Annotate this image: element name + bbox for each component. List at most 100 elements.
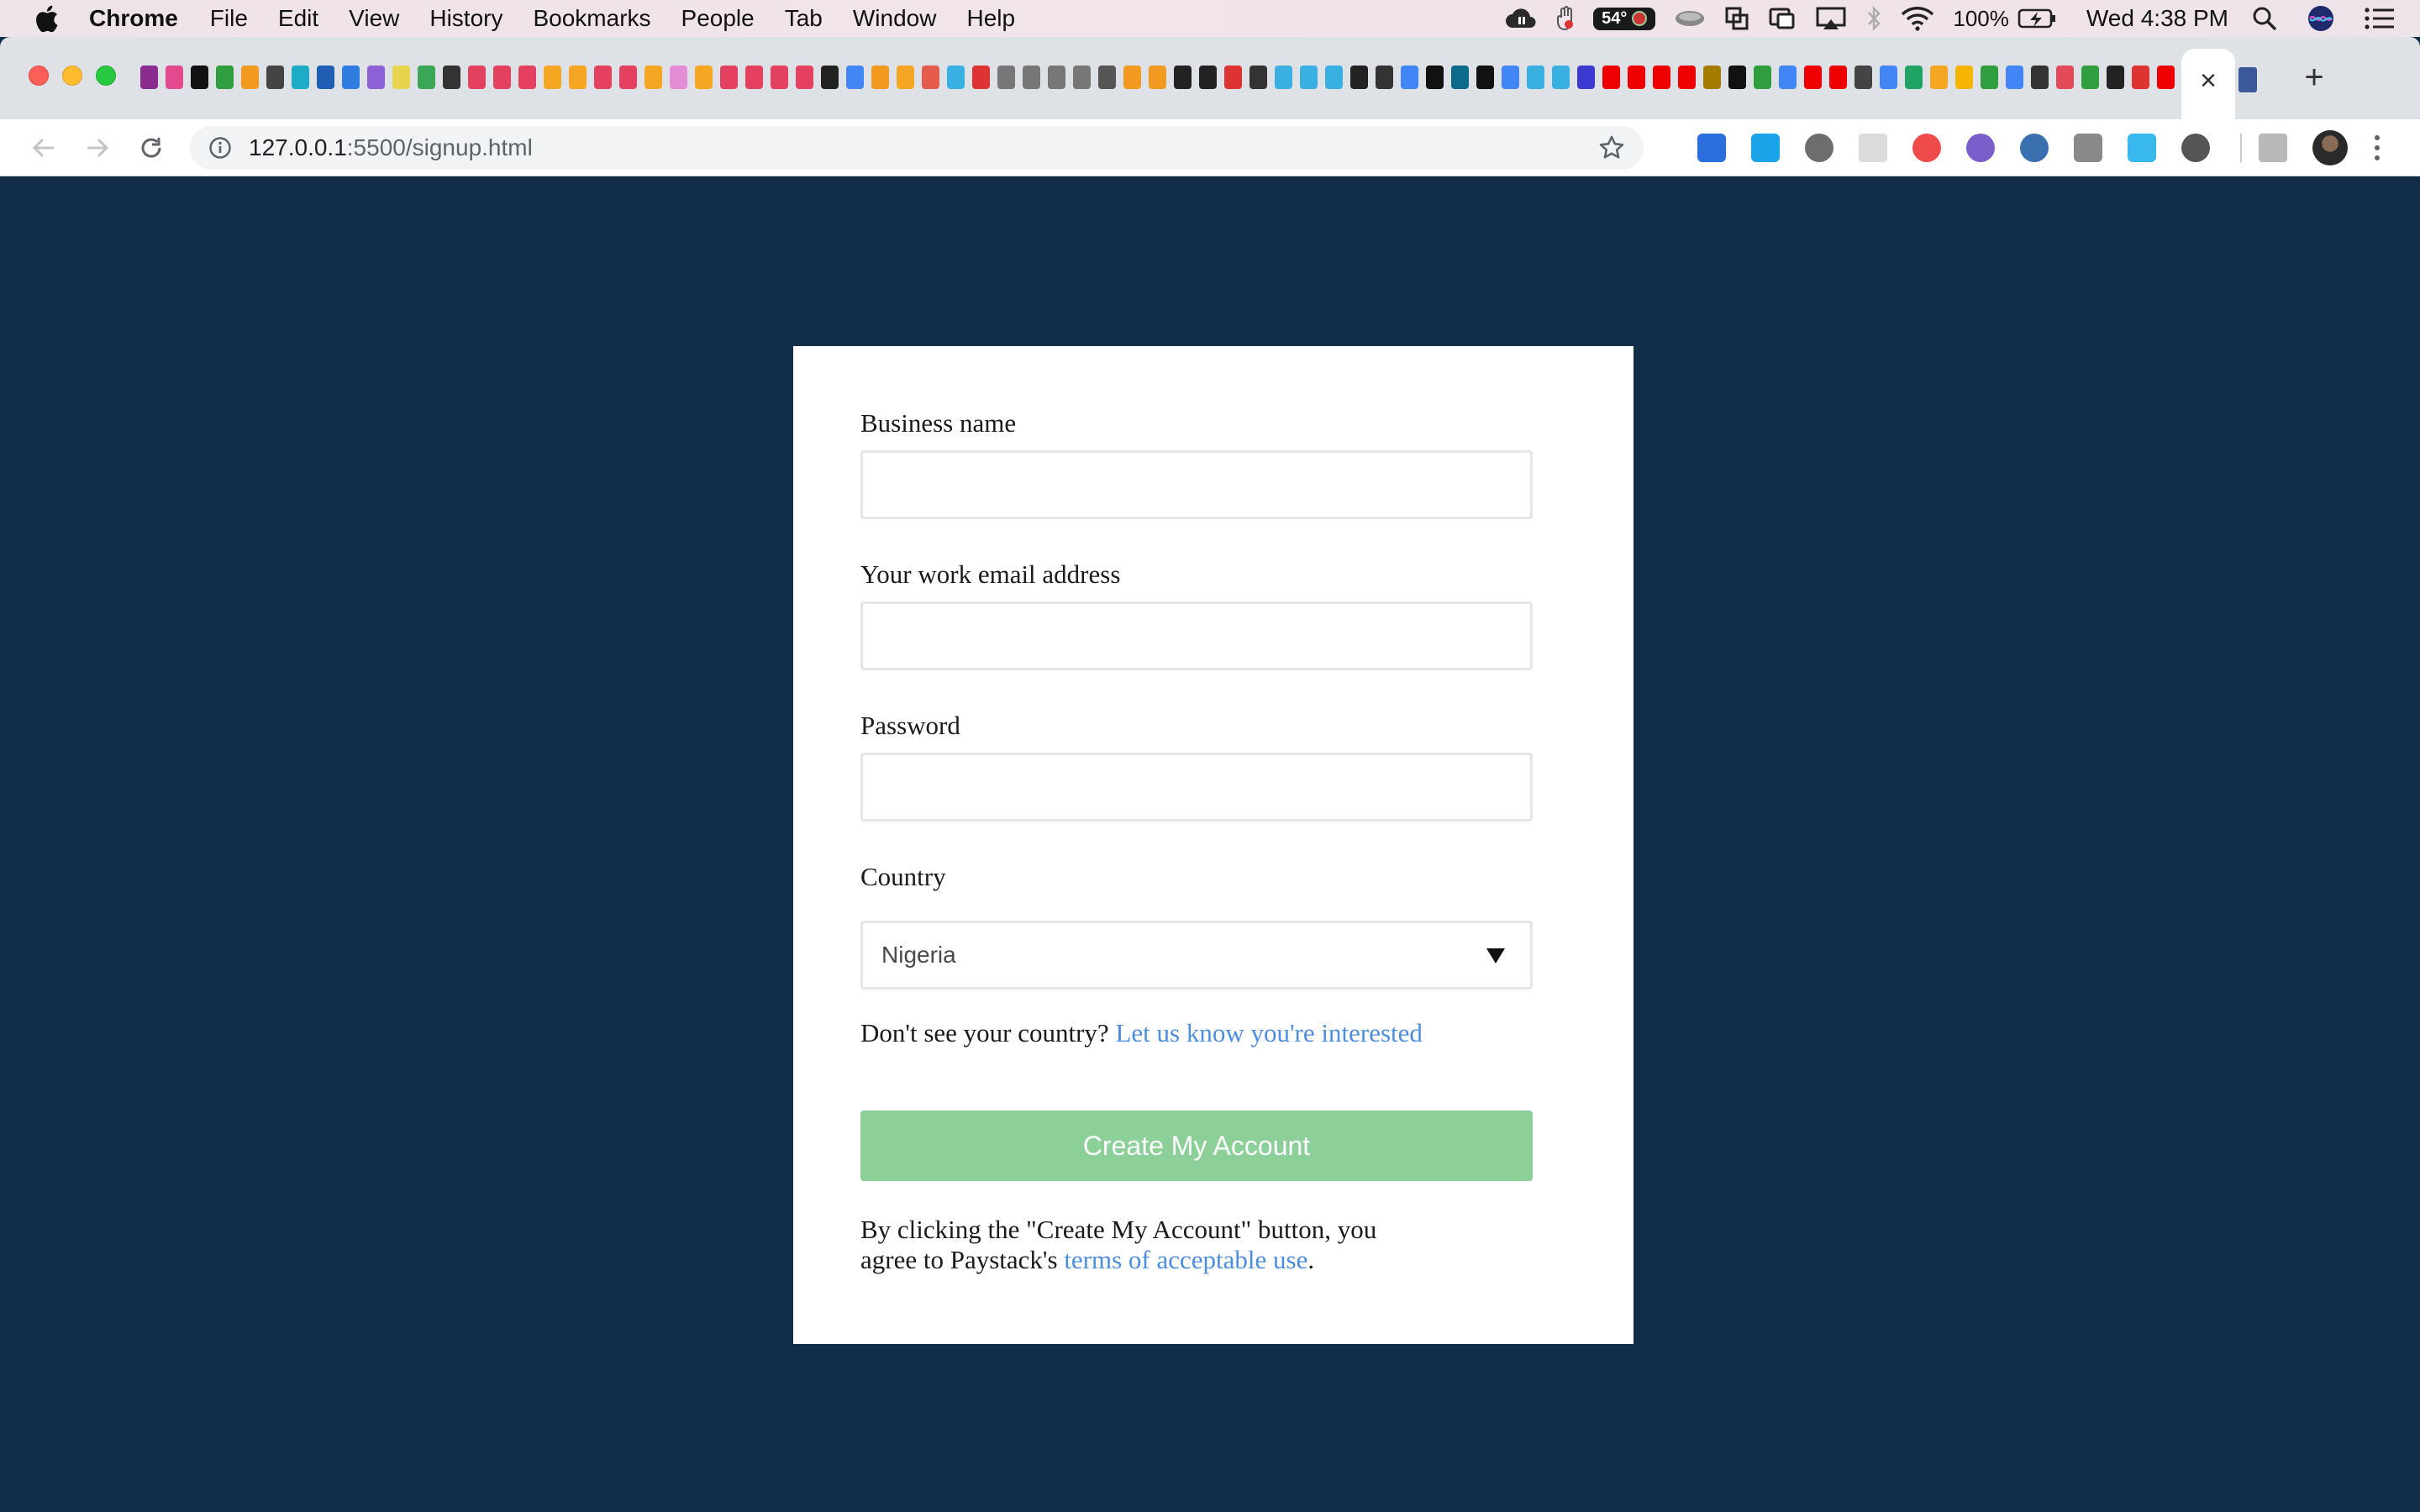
forward-button[interactable] — [81, 131, 114, 165]
pinned-tab-icon[interactable] — [695, 66, 713, 89]
minimize-window-button[interactable] — [62, 66, 82, 86]
business-name-input[interactable] — [860, 450, 1533, 519]
terms-link[interactable]: terms of acceptable use — [1064, 1245, 1307, 1274]
create-account-button[interactable]: Create My Account — [860, 1110, 1533, 1181]
pinned-tab-icon[interactable] — [317, 66, 334, 89]
o-extension-icon[interactable] — [2020, 134, 2049, 162]
apple-logo-icon[interactable] — [34, 4, 59, 33]
airplay-icon[interactable] — [1815, 0, 1847, 37]
pinned-tab-icon[interactable] — [1577, 66, 1595, 89]
pinned-tab-icon[interactable] — [771, 66, 788, 89]
password-input[interactable] — [860, 753, 1533, 822]
menu-edit[interactable]: Edit — [278, 5, 318, 32]
pinned-tab-icon[interactable] — [720, 66, 738, 89]
owl-extension-icon[interactable] — [1966, 134, 1995, 162]
menu-app-chrome[interactable]: Chrome — [89, 5, 178, 32]
pinned-tab-icon[interactable] — [1628, 66, 1645, 89]
pinned-tab-icon[interactable] — [1401, 66, 1418, 89]
pinned-tab-icon[interactable] — [1224, 66, 1242, 89]
pinned-tab-icon[interactable] — [1981, 66, 1998, 89]
country-interest-link[interactable]: Let us know you're interested — [1115, 1018, 1422, 1047]
zoom-window-button[interactable] — [96, 66, 116, 86]
temperature-badge[interactable]: 54° — [1593, 0, 1656, 37]
pinned-tab-icon[interactable] — [644, 66, 662, 89]
media-controls-icon[interactable] — [2259, 134, 2287, 162]
pinned-tab-icon[interactable] — [1829, 66, 1847, 89]
m-extension-icon[interactable] — [1805, 134, 1833, 162]
cloud-pause-icon[interactable] — [1504, 0, 1538, 37]
facebook-tab-icon[interactable] — [2238, 67, 2257, 92]
menu-file[interactable]: File — [210, 5, 248, 32]
pinned-tab-icon[interactable] — [1754, 66, 1771, 89]
pinned-tab-icon[interactable] — [1023, 66, 1040, 89]
pinned-tab-icon[interactable] — [1728, 66, 1746, 89]
pinned-tab-icon[interactable] — [947, 66, 965, 89]
active-tab[interactable]: × — [2181, 49, 2235, 119]
new-tab-button[interactable]: + — [2296, 59, 2333, 96]
spotlight-search-icon[interactable] — [2252, 0, 2277, 37]
reload-button[interactable] — [134, 131, 168, 165]
pinned-tab-icon[interactable] — [594, 66, 612, 89]
pinned-tab-icon[interactable] — [1073, 66, 1091, 89]
pinned-tab-icon[interactable] — [1300, 66, 1318, 89]
pinned-tab-icon[interactable] — [468, 66, 486, 89]
pinned-tab-icon[interactable] — [518, 66, 536, 89]
pinned-tab-icon[interactable] — [1703, 66, 1721, 89]
pinned-tab-icon[interactable] — [2107, 66, 2124, 89]
pinned-tab-icon[interactable] — [2132, 66, 2149, 89]
copy-windows-icon[interactable] — [1724, 0, 1749, 37]
pinned-tab-icon[interactable] — [1325, 66, 1343, 89]
bug-extension-icon[interactable] — [2181, 134, 2210, 162]
pinned-tab-icon[interactable] — [1426, 66, 1444, 89]
menu-window[interactable]: Window — [853, 5, 937, 32]
screen-capture-extension-icon[interactable] — [1751, 134, 1780, 162]
siri-icon[interactable] — [2307, 0, 2334, 37]
wifi-icon[interactable] — [1901, 0, 1934, 37]
pinned-tab-icon[interactable] — [1552, 66, 1570, 89]
menu-help[interactable]: Help — [966, 5, 1015, 32]
address-bar[interactable]: 127.0.0.1:5500/signup.html — [190, 126, 1644, 170]
pinned-tab-icon[interactable] — [1149, 66, 1166, 89]
bluetooth-icon[interactable] — [1865, 0, 1882, 37]
pinned-tab-icon[interactable] — [1249, 66, 1267, 89]
pinned-tab-icon[interactable] — [443, 66, 460, 89]
menu-people[interactable]: People — [681, 5, 755, 32]
site-info-icon[interactable] — [208, 136, 232, 160]
pinned-tab-icon[interactable] — [1527, 66, 1544, 89]
pinned-tab-icon[interactable] — [1602, 66, 1620, 89]
pinned-tab-icon[interactable] — [1451, 66, 1469, 89]
pinned-tab-icon[interactable] — [871, 66, 889, 89]
screen-share-icon[interactable] — [1768, 0, 1797, 37]
battery-percent[interactable]: 100% — [1953, 6, 2009, 32]
cup-extension-icon[interactable] — [2128, 134, 2156, 162]
pinned-tab-icon[interactable] — [1804, 66, 1822, 89]
pinned-tab-icon[interactable] — [342, 66, 360, 89]
pinned-tab-icon[interactable] — [1854, 66, 1872, 89]
pinned-tab-icon[interactable] — [922, 66, 939, 89]
pinned-tab-icon[interactable] — [1123, 66, 1141, 89]
hand-icon[interactable] — [1556, 0, 1575, 37]
pinned-tab-icon[interactable] — [392, 66, 410, 89]
battery-charging-icon[interactable] — [2018, 0, 2056, 37]
pinned-tab-icon[interactable] — [619, 66, 637, 89]
pinned-tab-icon[interactable] — [745, 66, 763, 89]
pinned-tab-icon[interactable] — [1930, 66, 1948, 89]
pinned-tab-icon[interactable] — [1275, 66, 1292, 89]
pinned-tab-icon[interactable] — [1779, 66, 1797, 89]
pinned-tab-icon[interactable] — [544, 66, 561, 89]
grid-extension-icon[interactable] — [1859, 134, 1887, 162]
pinned-tab-icon[interactable] — [1376, 66, 1393, 89]
clock[interactable]: Wed 4:38 PM — [2086, 5, 2228, 32]
pinned-tab-icon[interactable] — [418, 66, 435, 89]
pinned-tab-icon[interactable] — [1955, 66, 1973, 89]
pinned-tab-icon[interactable] — [2006, 66, 2023, 89]
pinned-tab-icon[interactable] — [2081, 66, 2099, 89]
keyboard-extension-icon[interactable] — [2074, 134, 2102, 162]
pinned-tab-icon[interactable] — [493, 66, 511, 89]
pinned-tab-icon[interactable] — [2056, 66, 2074, 89]
pinned-tab-icon[interactable] — [2031, 66, 2049, 89]
pinned-tab-icon[interactable] — [216, 66, 234, 89]
pinned-tab-icon[interactable] — [1880, 66, 1897, 89]
pinned-tab-icon[interactable] — [166, 66, 183, 89]
shield-extension-icon[interactable] — [1697, 134, 1726, 162]
